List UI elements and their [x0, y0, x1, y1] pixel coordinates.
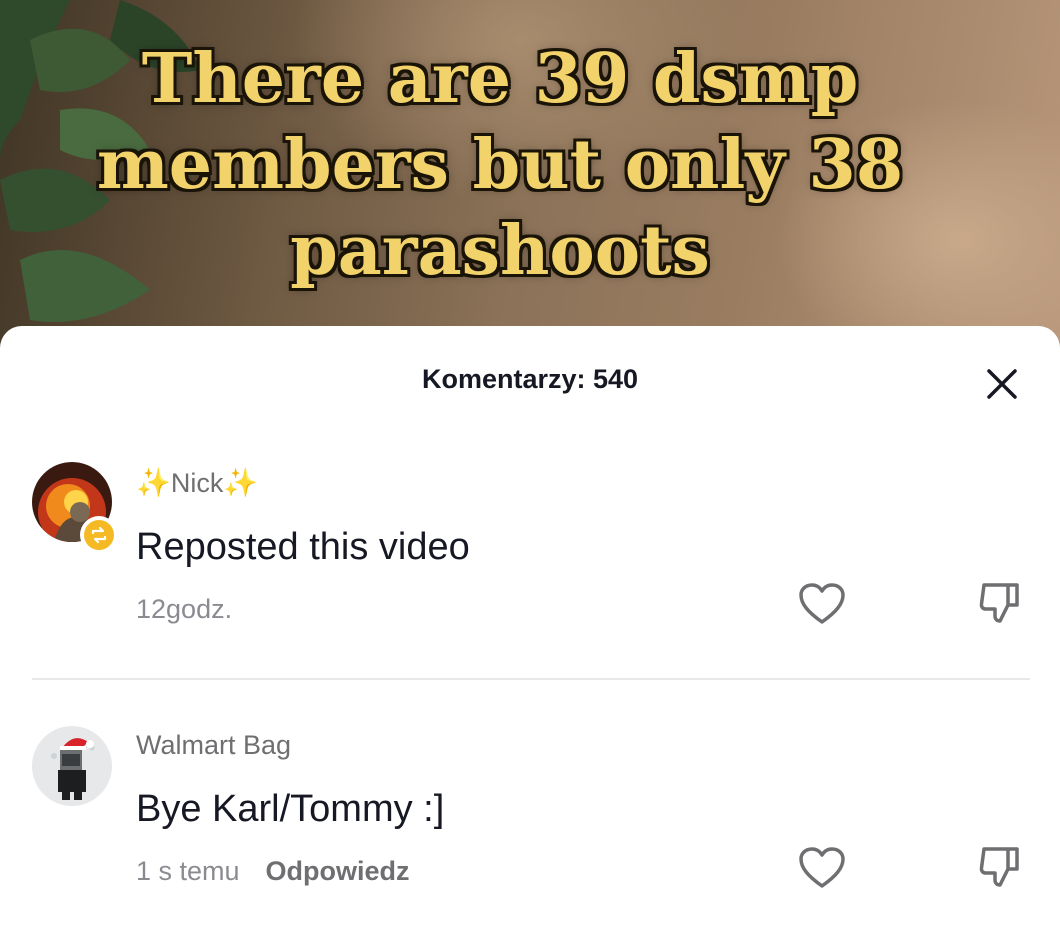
video-background[interactable]: There are 39 dsmp members but only 38 pa… — [0, 0, 1060, 360]
like-button[interactable] — [796, 578, 848, 630]
caption-line-2: members but only 38 — [96, 125, 904, 205]
thumbs-down-icon — [979, 847, 1019, 887]
dislike-button[interactable] — [974, 576, 1026, 628]
app-screen: There are 39 dsmp members but only 38 pa… — [0, 0, 1060, 928]
comment-meta: 1 s temu Odpowiedz — [136, 856, 410, 887]
comment-text: Bye Karl/Tommy :] — [136, 788, 445, 830]
thumbs-down-icon — [979, 583, 1019, 623]
comment-username[interactable]: Walmart Bag — [136, 730, 291, 761]
heart-icon — [799, 583, 845, 624]
heart-icon — [799, 847, 845, 888]
comments-count-title: Komentarzy: 540 — [421, 364, 639, 394]
sparkle-icon: ✨ — [136, 467, 171, 498]
reply-link[interactable]: Odpowiedz — [266, 856, 410, 886]
sparkle-icon: ✨ — [223, 467, 259, 498]
repost-icon — [91, 526, 107, 544]
comment-text: Reposted this video — [136, 526, 470, 568]
comments-sheet: Komentarzy: 540 ✨Nick✨ Reposted this vid… — [0, 326, 1060, 928]
repost-badge — [80, 516, 118, 554]
video-caption: There are 39 dsmp members but only 38 pa… — [0, 36, 1000, 294]
dislike-button[interactable] — [974, 840, 1026, 892]
close-icon — [987, 369, 1017, 399]
close-button[interactable] — [978, 360, 1026, 408]
comment-divider — [32, 678, 1030, 680]
comment-timestamp: 12godz. — [136, 594, 233, 624]
username-text: Nick — [170, 468, 224, 498]
avatar[interactable] — [32, 726, 112, 806]
comment-username[interactable]: ✨Nick✨ — [136, 466, 258, 499]
comment-timestamp: 1 s temu — [136, 856, 240, 886]
like-button[interactable] — [796, 842, 848, 894]
caption-line-3: parashoots — [290, 211, 710, 291]
caption-line-1: There are 39 dsmp — [141, 39, 859, 119]
